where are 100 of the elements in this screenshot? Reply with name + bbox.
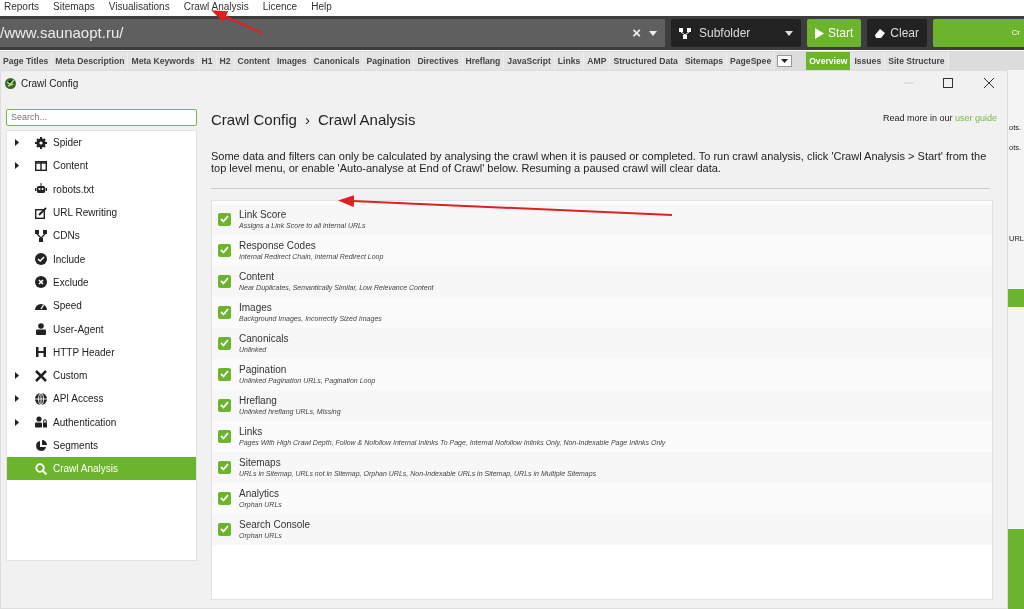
option-title: Canonicals	[239, 331, 289, 345]
option-title: Link Score	[239, 207, 288, 221]
user-lock-icon	[35, 416, 47, 429]
checkbox[interactable]	[218, 243, 231, 257]
checkbox[interactable]	[218, 305, 231, 319]
expand-arrow-icon[interactable]	[15, 162, 19, 170]
checkbox[interactable]	[218, 212, 231, 226]
sidebar-item[interactable]: User-Agent	[7, 317, 196, 341]
tab[interactable]: Canonicals	[310, 52, 364, 70]
columns-icon	[35, 159, 47, 172]
sidebar-item[interactable]: Content	[7, 154, 196, 178]
checkbox[interactable]	[218, 460, 231, 474]
sidebar-item[interactable]: CDNs	[7, 224, 196, 248]
tab[interactable]: Site Structure	[885, 52, 949, 70]
dropdown-caret-icon	[649, 30, 657, 36]
clear-url-button[interactable]: ×	[632, 21, 641, 45]
caret-icon	[785, 30, 793, 36]
tab[interactable]: Meta Description	[52, 52, 129, 70]
sidebar-item[interactable]: Custom	[7, 363, 196, 388]
tab[interactable]: Directives	[414, 52, 463, 70]
expand-arrow-icon[interactable]	[15, 372, 19, 380]
sidebar-item[interactable]: Exclude	[7, 270, 196, 295]
sidebar-item[interactable]: URL Rewriting	[7, 200, 196, 225]
annotation-arrow	[211, 10, 263, 34]
breadcrumb-link[interactable]: Crawl Config	[211, 109, 297, 132]
sidebar-item[interactable]: Speed	[7, 294, 196, 318]
menu-item[interactable]: Reports	[4, 0, 39, 15]
close-icon[interactable]	[984, 78, 994, 88]
tab-dropdown-button[interactable]	[777, 55, 793, 67]
sidebar-item[interactable]: Authentication	[7, 410, 196, 434]
sidebar-item[interactable]: Segments	[7, 433, 196, 458]
option-title: Pagination	[239, 362, 288, 376]
menu-item[interactable]: Help	[311, 0, 332, 15]
hierarchy-icon	[679, 27, 691, 39]
tab[interactable]: Structured Data	[610, 52, 682, 70]
checkbox[interactable]	[218, 336, 231, 350]
checkbox[interactable]	[218, 274, 231, 288]
app-logo-icon	[5, 77, 16, 89]
edit-icon	[35, 206, 47, 219]
expand-arrow-icon[interactable]	[15, 418, 19, 426]
eraser-icon	[875, 28, 887, 38]
sidebar-item[interactable]: Include	[7, 247, 196, 271]
tab[interactable]: AMP	[584, 52, 611, 70]
url-field[interactable]: /www.saunaopt.ru/ ×	[0, 19, 665, 47]
option-title: Response Codes	[239, 238, 317, 252]
expand-arrow-icon[interactable]	[15, 395, 19, 403]
checkbox[interactable]	[218, 429, 231, 443]
option-title: Hreflang	[239, 393, 278, 407]
option-title: Links	[239, 424, 264, 438]
checkbox[interactable]	[218, 522, 231, 536]
tab[interactable]: Content	[234, 52, 274, 70]
check-icon	[220, 308, 229, 316]
checkbox[interactable]	[218, 491, 231, 505]
sidebar-item[interactable]: API Access	[7, 387, 196, 411]
gear-icon	[35, 136, 47, 149]
sidebar-item[interactable]: Spider	[7, 131, 196, 155]
tab[interactable]: Pagination	[363, 52, 415, 70]
check-icon	[220, 525, 229, 533]
x-circle-icon	[35, 276, 47, 289]
clear-button[interactable]: Clear	[867, 19, 928, 47]
check-icon	[220, 370, 229, 378]
check-icon	[220, 463, 229, 471]
check-icon	[220, 432, 229, 440]
check-icon	[220, 401, 229, 409]
search-icon	[35, 462, 47, 475]
url-text: /www.saunaopt.ru/	[0, 23, 124, 43]
tab[interactable]: Sitemaps	[681, 52, 728, 70]
heading-icon	[35, 346, 47, 359]
expand-arrow-icon[interactable]	[15, 139, 19, 147]
check-icon	[220, 277, 229, 285]
tab[interactable]: Issues	[851, 52, 886, 70]
tab[interactable]: Hreflang	[462, 52, 505, 70]
checkbox[interactable]	[218, 398, 231, 412]
menu-item[interactable]: Sitemaps	[53, 0, 95, 15]
tab[interactable]: Meta Keywords	[128, 52, 199, 70]
search-field[interactable]: Search...	[6, 108, 197, 126]
check-icon	[220, 246, 229, 254]
robot-icon	[35, 183, 47, 196]
window-title: Crawl Config	[21, 76, 80, 91]
menu-item[interactable]: Licence	[262, 0, 298, 15]
option-title: Content	[239, 269, 276, 283]
check-circle-icon	[35, 253, 47, 266]
tab[interactable]: Links	[554, 52, 585, 70]
checkbox[interactable]	[218, 367, 231, 381]
option-title: Search Console	[239, 517, 311, 531]
sidebar-item[interactable]: robots.txt	[7, 177, 196, 201]
tab[interactable]: Page Titles	[0, 52, 53, 70]
tab[interactable]: JavaScript	[504, 52, 555, 70]
page-title: Crawl Analysis	[317, 110, 416, 130]
tab[interactable]: PageSpee	[727, 52, 776, 70]
sidebar-item[interactable]: HTTP Header	[7, 340, 196, 364]
option-title: Sitemaps	[239, 455, 282, 469]
tools-icon	[35, 369, 47, 382]
pie-chart-icon	[35, 439, 47, 452]
menu-item[interactable]: Visualisations	[108, 0, 170, 15]
menu-item[interactable]: Crawl Analysis	[183, 0, 249, 15]
mode-dropdown[interactable]: Subfolder	[671, 19, 801, 47]
user-icon	[35, 323, 47, 335]
maximize-icon[interactable]	[943, 78, 953, 88]
tab[interactable]: Images	[274, 52, 311, 70]
